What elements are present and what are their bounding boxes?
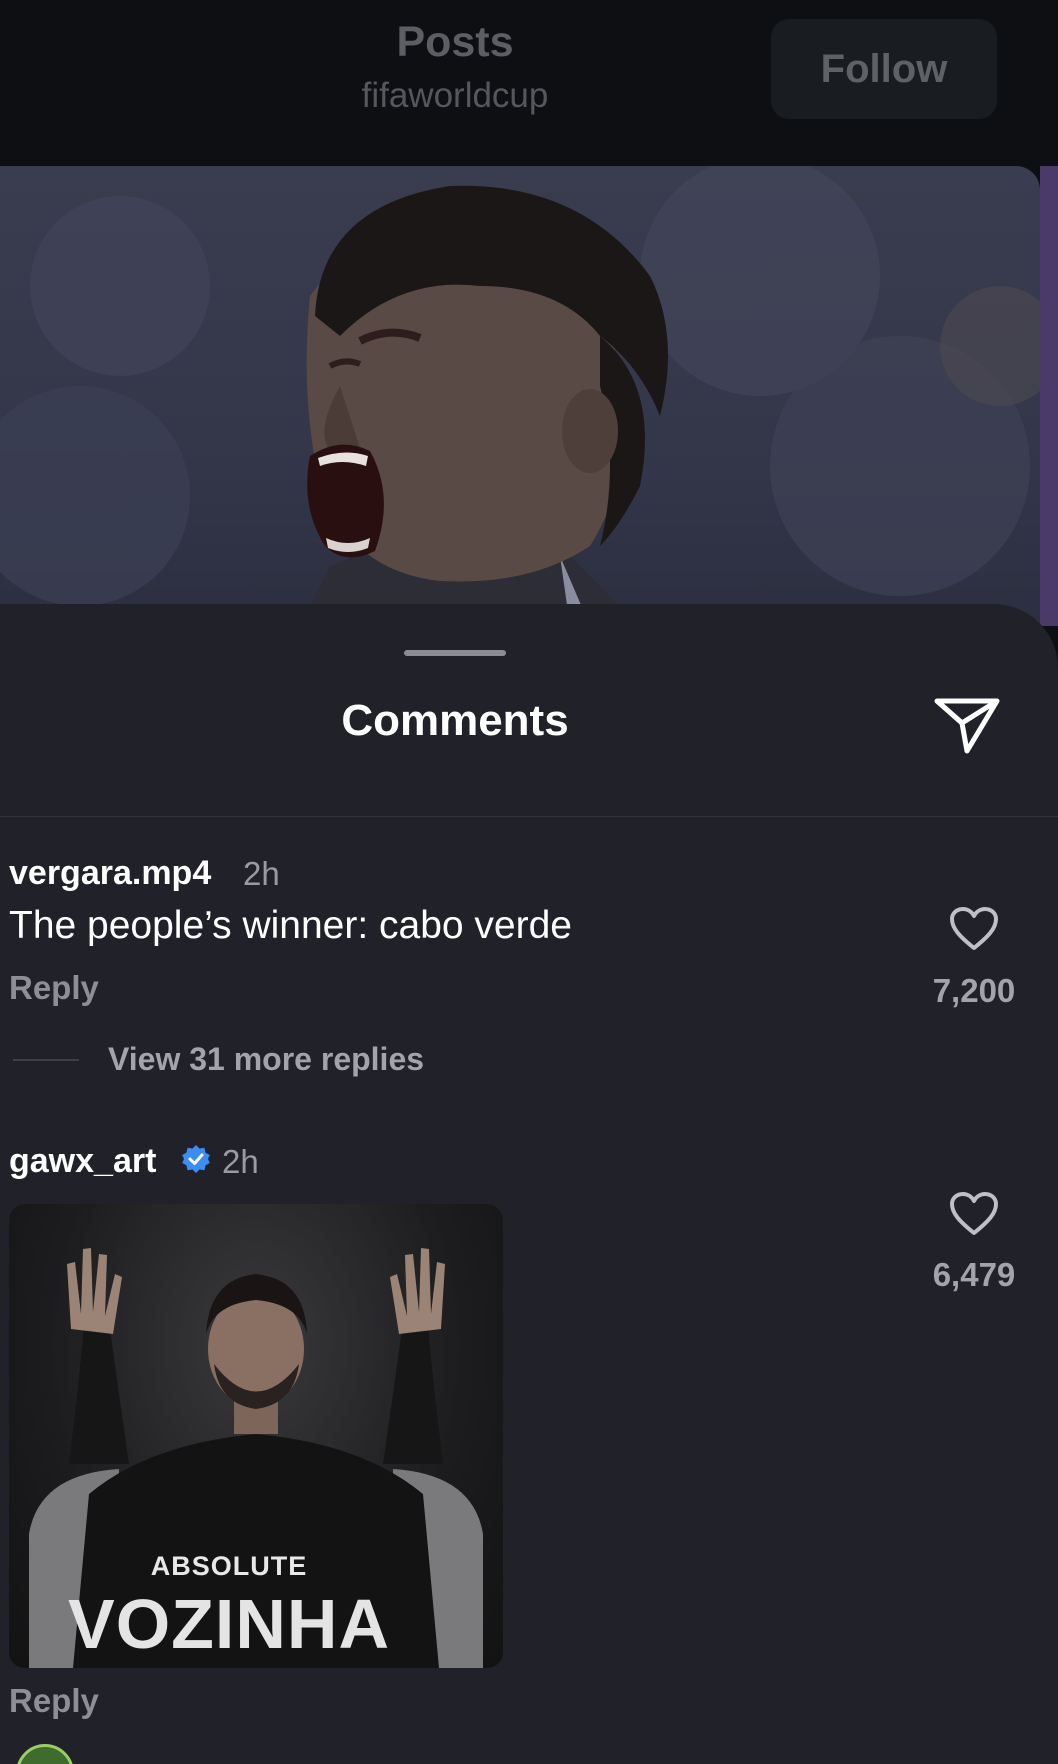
- like-button[interactable]: [949, 1191, 999, 1237]
- comment-time: 2h: [243, 855, 280, 892]
- comments-sheet: Comments vergara.mp4 2h The people’s win…: [0, 604, 1058, 1764]
- like-count: 6,479: [932, 1256, 1016, 1293]
- heart-icon: [950, 907, 998, 950]
- like-count: 7,200: [932, 972, 1016, 1009]
- page-header: Posts fifaworldcup Follow: [0, 0, 1058, 166]
- screen: Posts fifaworldcup Follow Comments verga…: [0, 0, 1058, 1764]
- like-button[interactable]: [949, 906, 999, 952]
- avatar[interactable]: [16, 1744, 74, 1764]
- paper-plane-icon: [934, 698, 1000, 754]
- comment-time: 2h: [222, 1143, 259, 1180]
- share-button[interactable]: [928, 686, 1006, 764]
- comment-gif[interactable]: ABSOLUTE VOZINHA: [9, 1204, 503, 1668]
- post-image-edge: [1040, 166, 1058, 626]
- view-replies-button[interactable]: View 31 more replies: [108, 1041, 424, 1078]
- gif-caption-small: ABSOLUTE: [150, 1551, 308, 1581]
- sheet-grabber[interactable]: [404, 650, 506, 656]
- reply-button[interactable]: Reply: [9, 1682, 99, 1720]
- follow-button[interactable]: Follow: [771, 19, 997, 119]
- gif-caption-big: VOZINHA: [68, 1585, 390, 1663]
- post-image: [0, 166, 1040, 626]
- post-photo-illustration: [0, 166, 1040, 626]
- heart-icon: [950, 1192, 998, 1235]
- comment-username[interactable]: gawx_art: [9, 1142, 156, 1181]
- comment-text: The people’s winner: cabo verde: [9, 904, 572, 947]
- verified-badge: [181, 1144, 211, 1174]
- header-divider: [0, 816, 1058, 817]
- reply-button[interactable]: Reply: [9, 969, 99, 1007]
- verified-badge-icon: [182, 1145, 210, 1173]
- replies-line: [13, 1059, 79, 1061]
- comments-title: Comments: [341, 696, 569, 745]
- comment-username[interactable]: vergara.mp4: [9, 854, 211, 893]
